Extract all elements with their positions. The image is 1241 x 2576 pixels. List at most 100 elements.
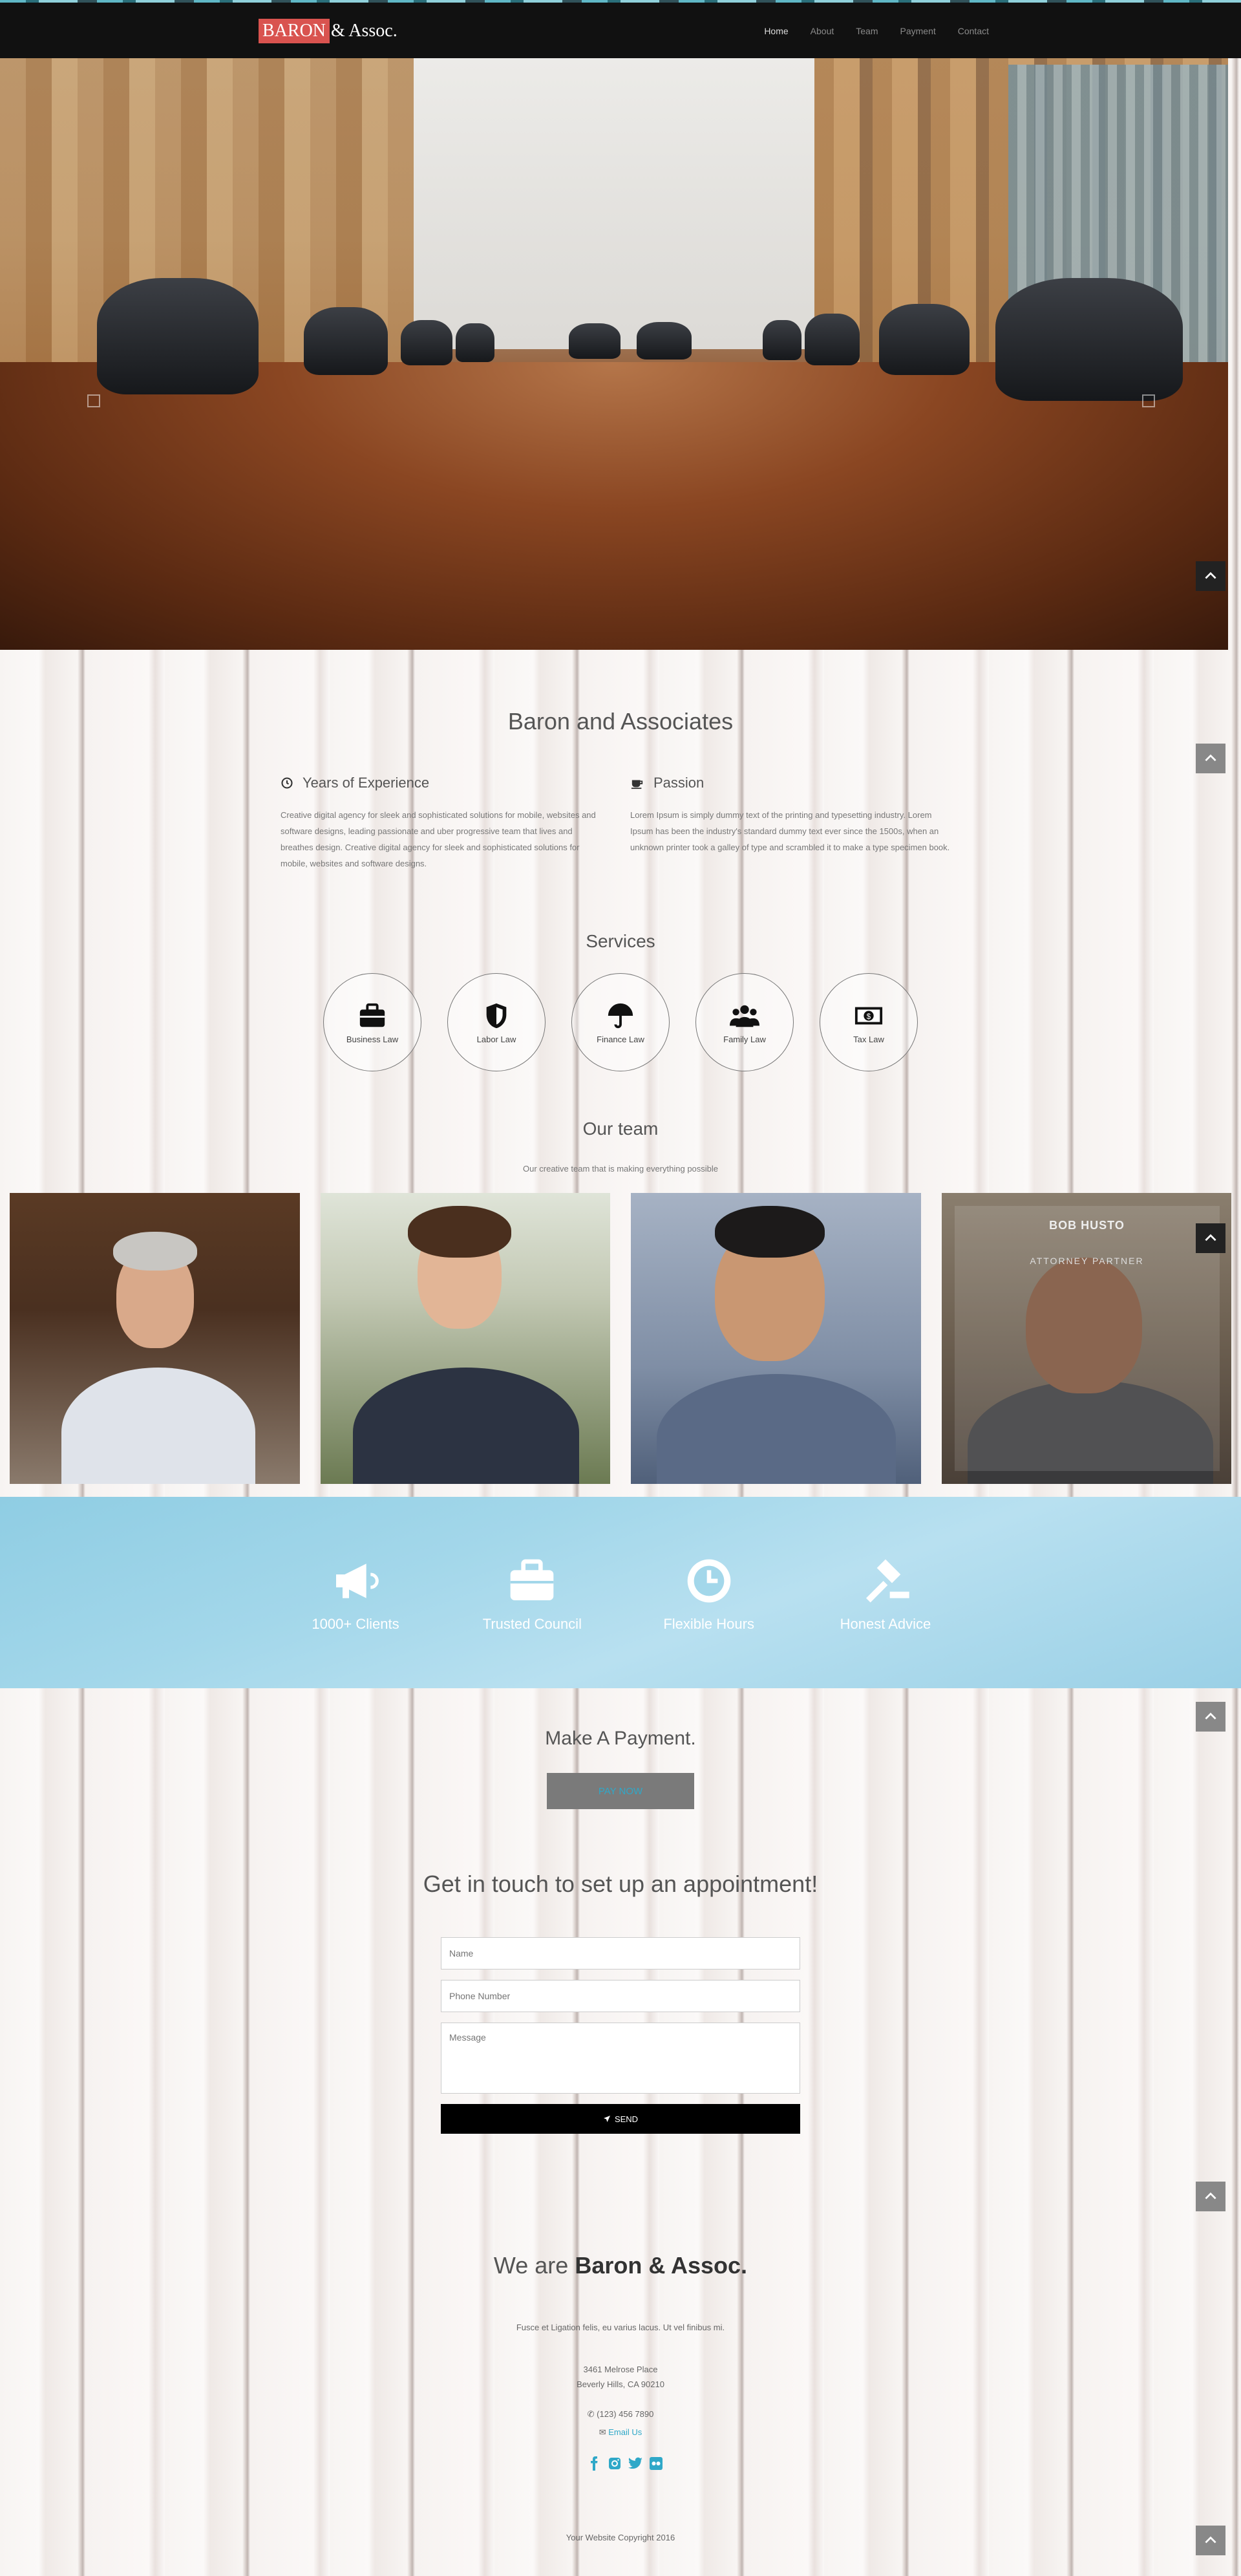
member-role: ATTORNEY PARTNER <box>1030 1256 1144 1266</box>
footer-tagline: Fusce et Ligation felis, eu varius lacus… <box>516 2323 725 2332</box>
footer-title-brand: Baron & Assoc. <box>575 2252 748 2279</box>
services-title: Services <box>586 931 655 951</box>
slider-prev-button[interactable] <box>87 394 100 407</box>
email-link[interactable]: Email Us <box>608 2427 642 2437</box>
payment-title: Make A Payment. <box>545 1728 696 1749</box>
team-member-card[interactable] <box>631 1193 921 1484</box>
footer-copyright: Your Website Copyright 2016 <box>566 2533 675 2542</box>
footer-title-prefix: We are <box>493 2252 569 2279</box>
team-title: Our team <box>582 1119 659 1139</box>
service-label: Labor Law <box>476 1034 516 1044</box>
message-field[interactable] <box>441 2023 800 2094</box>
briefcase-icon <box>510 1559 554 1600</box>
hero-chair <box>304 307 388 375</box>
about-experience: Years of Experience Creative digital age… <box>281 775 604 872</box>
nav-payment[interactable]: Payment <box>900 26 936 36</box>
coffee-icon <box>631 780 643 789</box>
scroll-top-button[interactable] <box>1196 1223 1225 1253</box>
scroll-top-button[interactable] <box>1196 561 1225 591</box>
pay-now-button[interactable]: PAY NOW <box>547 1773 694 1809</box>
navbar: BARON & Assoc. Home About Team Payment C… <box>0 3 1241 58</box>
twitter-icon[interactable] <box>627 2455 644 2472</box>
contact-title: Get in touch to set up an appointment! <box>423 1871 818 1897</box>
experience-heading-text: Years of Experience <box>302 775 430 791</box>
flickr-icon[interactable] <box>648 2455 664 2472</box>
member-hair <box>407 1206 511 1258</box>
member-body <box>657 1374 896 1484</box>
shield-icon <box>486 1003 507 1028</box>
scroll-top-button[interactable] <box>1196 744 1225 773</box>
nav-home[interactable]: Home <box>764 26 788 36</box>
hero-wall-middle <box>414 58 814 349</box>
footer-address-line1: 3461 Melrose Place <box>583 2365 658 2374</box>
nav-team[interactable]: Team <box>856 26 878 36</box>
service-labor-law[interactable]: Labor Law <box>447 973 546 1071</box>
about-title: Baron and Associates <box>507 708 734 735</box>
brand-rest: & Assoc. <box>331 21 398 41</box>
experience-heading: Years of Experience <box>281 775 604 791</box>
team-member-card[interactable]: BOB HUSTO ATTORNEY PARTNER <box>941 1193 1231 1484</box>
team-gallery: BOB HUSTO ATTORNEY PARTNER <box>10 1193 1231 1484</box>
service-business-law[interactable]: Business Law <box>323 973 421 1071</box>
member-hair <box>113 1232 197 1271</box>
umbrella-icon <box>608 1003 633 1028</box>
phone-field[interactable] <box>441 1980 800 2012</box>
phone-icon: ✆ <box>587 2409 595 2419</box>
clock-icon <box>281 777 293 789</box>
footer-phone: ✆ (123) 456 7890 <box>0 2409 1241 2420</box>
member-name: BOB HUSTO <box>1049 1219 1125 1232</box>
bullhorn-icon <box>336 1563 379 1598</box>
feature-label: 1000+ Clients <box>312 1616 399 1632</box>
team-subtitle: Our creative team that is making everyth… <box>522 1164 719 1174</box>
footer-title: We are Baron & Assoc. <box>0 2252 1241 2279</box>
hero-chair <box>879 304 970 375</box>
hero-chair <box>763 320 801 360</box>
send-label: SEND <box>614 2114 639 2124</box>
hero-chair <box>456 323 494 362</box>
name-field[interactable] <box>441 1937 800 1970</box>
chevron-up-icon <box>1205 1234 1216 1241</box>
service-family-law[interactable]: Family Law <box>695 973 794 1071</box>
scroll-top-button[interactable] <box>1196 2526 1225 2555</box>
feature-council: Trusted Council <box>461 1555 603 1633</box>
chevron-up-icon <box>1205 754 1216 762</box>
footer-address-line2: Beverly Hills, CA 90210 <box>577 2379 664 2389</box>
team-member-card[interactable] <box>10 1193 300 1484</box>
feature-clients: 1000+ Clients <box>284 1555 427 1633</box>
passion-heading-text: Passion <box>653 775 705 791</box>
service-tax-law[interactable]: $ Tax Law <box>820 973 918 1071</box>
member-body <box>352 1368 579 1484</box>
feature-hours: Flexible Hours <box>638 1555 780 1633</box>
team-member-card[interactable] <box>320 1193 610 1484</box>
paper-plane-icon <box>603 2116 610 2122</box>
brand-logo[interactable]: BARON & Assoc. <box>259 19 398 43</box>
member-overlay: BOB HUSTO ATTORNEY PARTNER <box>954 1206 1220 1471</box>
service-finance-law[interactable]: Finance Law <box>571 973 670 1071</box>
scroll-top-button[interactable] <box>1196 1702 1225 1732</box>
passion-heading: Passion <box>630 775 953 791</box>
facebook-icon[interactable] <box>586 2455 602 2472</box>
scroll-top-button[interactable] <box>1196 2182 1225 2211</box>
feature-label: Flexible Hours <box>663 1616 754 1632</box>
hero-chair <box>805 314 860 365</box>
features-band: 1000+ Clients Trusted Council Flexible H… <box>0 1497 1241 1688</box>
member-hair <box>715 1206 825 1258</box>
svg-text:$: $ <box>867 1013 871 1020</box>
service-label: Family Law <box>723 1034 766 1044</box>
slider-next-button[interactable] <box>1142 394 1155 407</box>
passion-text: Lorem Ipsum is simply dummy text of the … <box>630 810 950 852</box>
instagram-icon[interactable] <box>606 2455 623 2472</box>
service-label: Tax Law <box>853 1034 884 1044</box>
nav-contact[interactable]: Contact <box>958 26 989 36</box>
main-nav: Home About Team Payment Contact <box>764 26 989 36</box>
social-links <box>586 2455 664 2472</box>
about-passion: Passion Lorem Ipsum is simply dummy text… <box>630 775 953 855</box>
chevron-up-icon <box>1205 2536 1216 2544</box>
clock-icon <box>687 1559 730 1603</box>
chevron-up-icon <box>1205 2192 1216 2200</box>
nav-about[interactable]: About <box>811 26 834 36</box>
hero-conference-table <box>0 362 1228 650</box>
hero-chair <box>995 278 1183 401</box>
brand-highlight: BARON <box>259 19 330 43</box>
send-button[interactable]: SEND <box>441 2104 800 2134</box>
